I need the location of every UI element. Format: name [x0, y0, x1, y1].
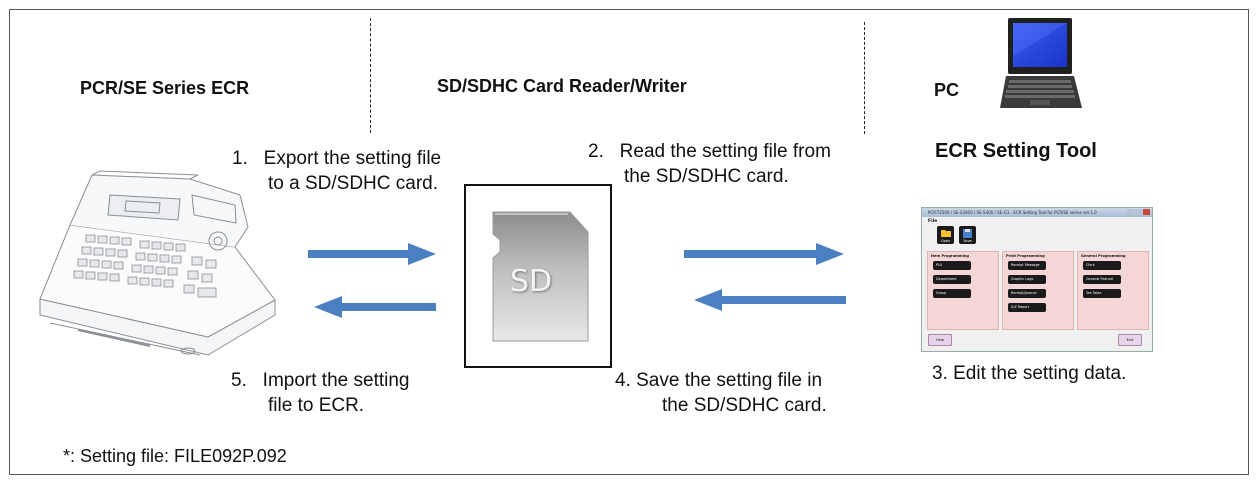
- arrow-save: [694, 289, 846, 311]
- tool-heading: ECR Setting Tool: [935, 140, 1097, 162]
- general-programming-panel: General Programming Clerk General Featur…: [1077, 251, 1149, 330]
- item-programming-panel: Item Programming PLU Department Group: [927, 251, 999, 330]
- tool-window-title: PCR-T2500 / SE-S3000 / SE-S400 / SE-G1 -…: [922, 208, 1152, 217]
- clerk-button[interactable]: Clerk: [1083, 261, 1121, 270]
- step5-line2: file to ECR.: [268, 395, 365, 416]
- open-button[interactable]: Open: [937, 226, 954, 244]
- minimize-icon[interactable]: [1127, 209, 1134, 215]
- arrow-import: [314, 296, 436, 318]
- pc-heading: PC: [934, 80, 960, 100]
- panel-heading: Item Programming: [931, 254, 969, 258]
- sd-card-box: SD: [464, 184, 612, 368]
- cash-register-image: [39, 170, 276, 356]
- maximize-icon[interactable]: [1135, 209, 1142, 215]
- file-label: File: [928, 219, 938, 224]
- save-label: Save: [963, 239, 972, 243]
- xz-report-button[interactable]: X/Z Report: [1008, 303, 1046, 312]
- step5-line1: 5. Import the setting: [231, 370, 410, 391]
- open-label: Open: [940, 239, 951, 243]
- receipt-journal-button[interactable]: Receipt/Journal: [1008, 289, 1046, 298]
- tax-table-button[interactable]: Tax Table: [1083, 289, 1121, 298]
- step4-line1: 4. Save the setting file in: [615, 370, 823, 391]
- panel-heading: Print Programming: [1006, 254, 1045, 258]
- exit-button[interactable]: Exit: [1118, 334, 1142, 346]
- folder-icon: [941, 230, 951, 237]
- panel-heading: General Programming: [1081, 254, 1126, 258]
- arrow-read: [684, 243, 844, 265]
- arrow-export: [308, 243, 436, 265]
- save-button[interactable]: Save: [959, 226, 976, 244]
- step1-line2: to a SD/SDHC card.: [268, 173, 438, 194]
- close-icon[interactable]: [1143, 209, 1150, 215]
- department-button[interactable]: Department: [933, 275, 971, 284]
- step2-line1: 2. Read the setting file from: [588, 141, 831, 162]
- plu-button[interactable]: PLU: [933, 261, 971, 270]
- receipt-message-button[interactable]: Receipt Message: [1008, 261, 1046, 270]
- separator-right: [864, 22, 865, 134]
- group-button[interactable]: Group: [933, 289, 971, 298]
- tool-window-title-text: PCR-T2500 / SE-S3000 / SE-S400 / SE-G1 -…: [928, 210, 1097, 215]
- separator-left: [370, 18, 371, 133]
- setting-tool-window: PCR-T2500 / SE-S3000 / SE-S400 / SE-G1 -…: [921, 207, 1153, 352]
- window-controls: [1126, 209, 1150, 216]
- footnote: *: Setting file: FILE092P.092: [63, 446, 287, 466]
- step3: 3. Edit the setting data.: [932, 363, 1127, 384]
- laptop-icon: [1000, 18, 1082, 108]
- graphic-logo-button[interactable]: Graphic Logo: [1008, 275, 1046, 284]
- floppy-icon: [963, 229, 972, 238]
- step2-line2: the SD/SDHC card.: [624, 166, 789, 187]
- sd-card-label: SD: [510, 264, 553, 299]
- help-button[interactable]: Help: [928, 334, 952, 346]
- print-programming-panel: Print Programming Receipt Message Graphi…: [1002, 251, 1074, 330]
- general-feature-button[interactable]: General Feature: [1083, 275, 1121, 284]
- reader-heading: SD/SDHC Card Reader/Writer: [437, 76, 687, 96]
- step4-line2: the SD/SDHC card.: [662, 395, 827, 416]
- ecr-heading: PCR/SE Series ECR: [80, 78, 250, 98]
